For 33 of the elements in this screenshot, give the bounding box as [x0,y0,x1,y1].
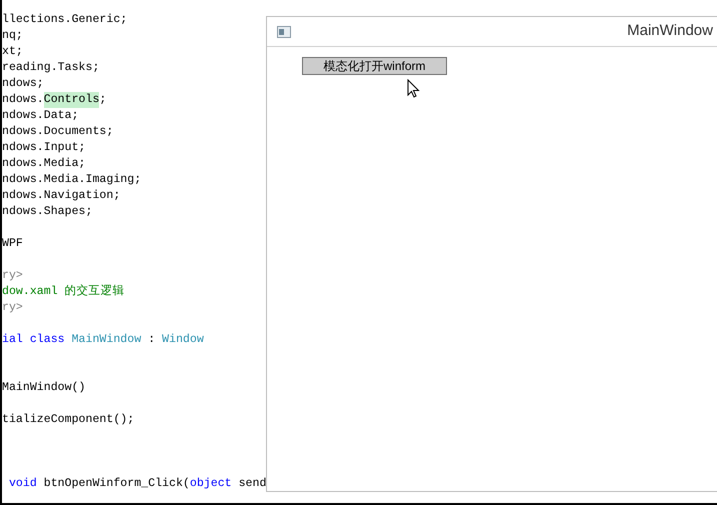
code-text: btnOpenWinform_Click( [42,476,190,492]
code-text: ndows.Shapes; [2,204,92,220]
code-text: MainWindow [70,332,142,348]
code-text: : [147,332,156,348]
code-text: Controls [44,92,100,108]
code-text: reading.Tasks; [2,60,100,76]
window-icon [277,26,291,38]
code-text: ry> [2,300,23,316]
code-text: dow.xaml 的交互逻辑 [2,284,125,300]
code-text: ndows.Documents; [2,124,114,140]
code-text: ndows.Data; [2,108,79,124]
code-text: ndows.Media; [2,156,86,172]
code-text: void [8,476,37,492]
open-winform-button[interactable]: 模态化打开winform [302,57,447,75]
code-text: ndows.Navigation; [2,188,120,204]
code-text: xt; [2,44,23,60]
code-text: ry> [2,268,23,284]
code-text: ndows; [2,76,44,92]
window-title: MainWindow [627,21,714,42]
mouse-cursor-icon [407,79,420,98]
code-text: Window [162,332,204,348]
code-text: send [238,476,266,492]
code-text: llections.Generic; [2,12,128,28]
code-text: tializeComponent(); [2,412,134,428]
code-text: WPF [2,236,23,252]
code-text: ; [99,92,106,108]
code-text: ial class [2,332,65,348]
code-text: MainWindow() [2,380,86,396]
code-text: ndows.Input; [2,140,86,156]
code-text: nq; [2,28,23,44]
code-text: object [190,476,232,492]
code-text: ndows.Media.Imaging; [2,172,142,188]
code-text: ndows. [2,92,44,108]
